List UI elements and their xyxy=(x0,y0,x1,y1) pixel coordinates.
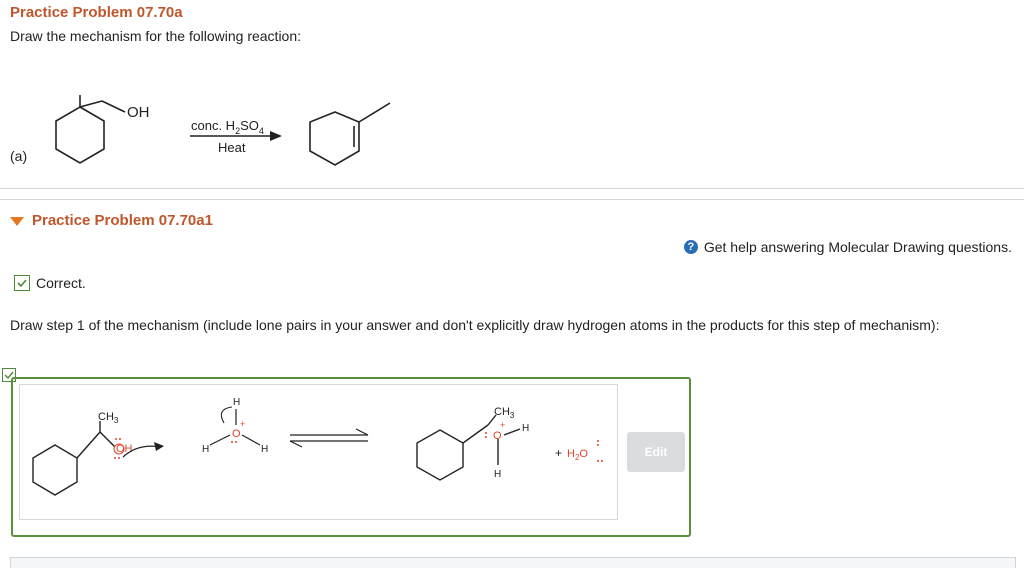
divider xyxy=(0,188,1024,189)
hydronium-h-right: H xyxy=(261,444,268,455)
curved-arrow-center xyxy=(220,406,233,424)
reactant-molecule xyxy=(55,95,126,164)
problem-title: Practice Problem 07.70a xyxy=(10,4,183,21)
product-molecule xyxy=(309,102,391,166)
equilibrium-arrow-forward xyxy=(355,428,369,436)
hydronium-h-top: H xyxy=(233,397,240,408)
caret-down-icon[interactable] xyxy=(10,217,24,226)
bond xyxy=(209,434,231,446)
problem-instruction: Draw the mechanism for the following rea… xyxy=(10,28,302,44)
subproblem-title: Practice Problem 07.70a1 xyxy=(32,212,213,229)
water-label: H2O xyxy=(567,448,588,462)
ch3-label-left: CH3 xyxy=(98,411,119,425)
correct-status: Correct. xyxy=(14,275,86,291)
edit-button[interactable]: Edit xyxy=(627,432,685,472)
check-icon xyxy=(14,275,30,291)
o-label-right: O xyxy=(493,430,502,442)
plus-water: + xyxy=(555,446,562,460)
bond xyxy=(241,434,261,446)
left-molecule xyxy=(32,421,116,496)
correct-label: Correct. xyxy=(36,275,86,291)
divider xyxy=(0,199,1024,200)
hydronium-o: O xyxy=(232,428,241,440)
lone-pair-right xyxy=(485,432,487,438)
hydronium-h-left: H xyxy=(202,444,209,455)
lone-pairs-water xyxy=(597,440,603,462)
subproblem-toggle[interactable]: Practice Problem 07.70a1 xyxy=(10,212,213,229)
lone-pairs-center xyxy=(231,441,237,443)
reaction-scheme: (a) OH conc. H2SO4 Heat xyxy=(10,95,391,166)
drawing-canvas[interactable]: CH3 O H H O + H H CH3 O + H H + H2O xyxy=(19,384,618,520)
help-text[interactable]: Get help answering Molecular Drawing que… xyxy=(704,239,1012,255)
equilibrium-arrow-reverse xyxy=(289,440,303,448)
h-right-top: H xyxy=(522,423,529,434)
h-right-bottom: H xyxy=(494,469,501,480)
reactant-oh-label: OH xyxy=(127,104,150,121)
curved-arrowhead-left xyxy=(154,442,164,451)
o-plus-right: + xyxy=(500,420,505,430)
part-label: (a) xyxy=(10,148,27,164)
condition-label: Heat xyxy=(218,140,246,155)
next-section-bar xyxy=(10,557,1016,568)
ch3-label-right: CH3 xyxy=(494,406,515,420)
question-icon[interactable]: ? xyxy=(683,240,698,254)
hydronium-plus: + xyxy=(240,419,245,429)
reaction-arrowhead xyxy=(270,131,282,141)
help-link[interactable]: ? Get help answering Molecular Drawing q… xyxy=(683,239,1012,255)
mechanism-drawing: CH3 O H H O + H H CH3 O + H H + H2O xyxy=(32,397,603,496)
reagent-label: conc. H2SO4 xyxy=(191,118,264,136)
step-instruction: Draw step 1 of the mechanism (include lo… xyxy=(10,317,940,333)
